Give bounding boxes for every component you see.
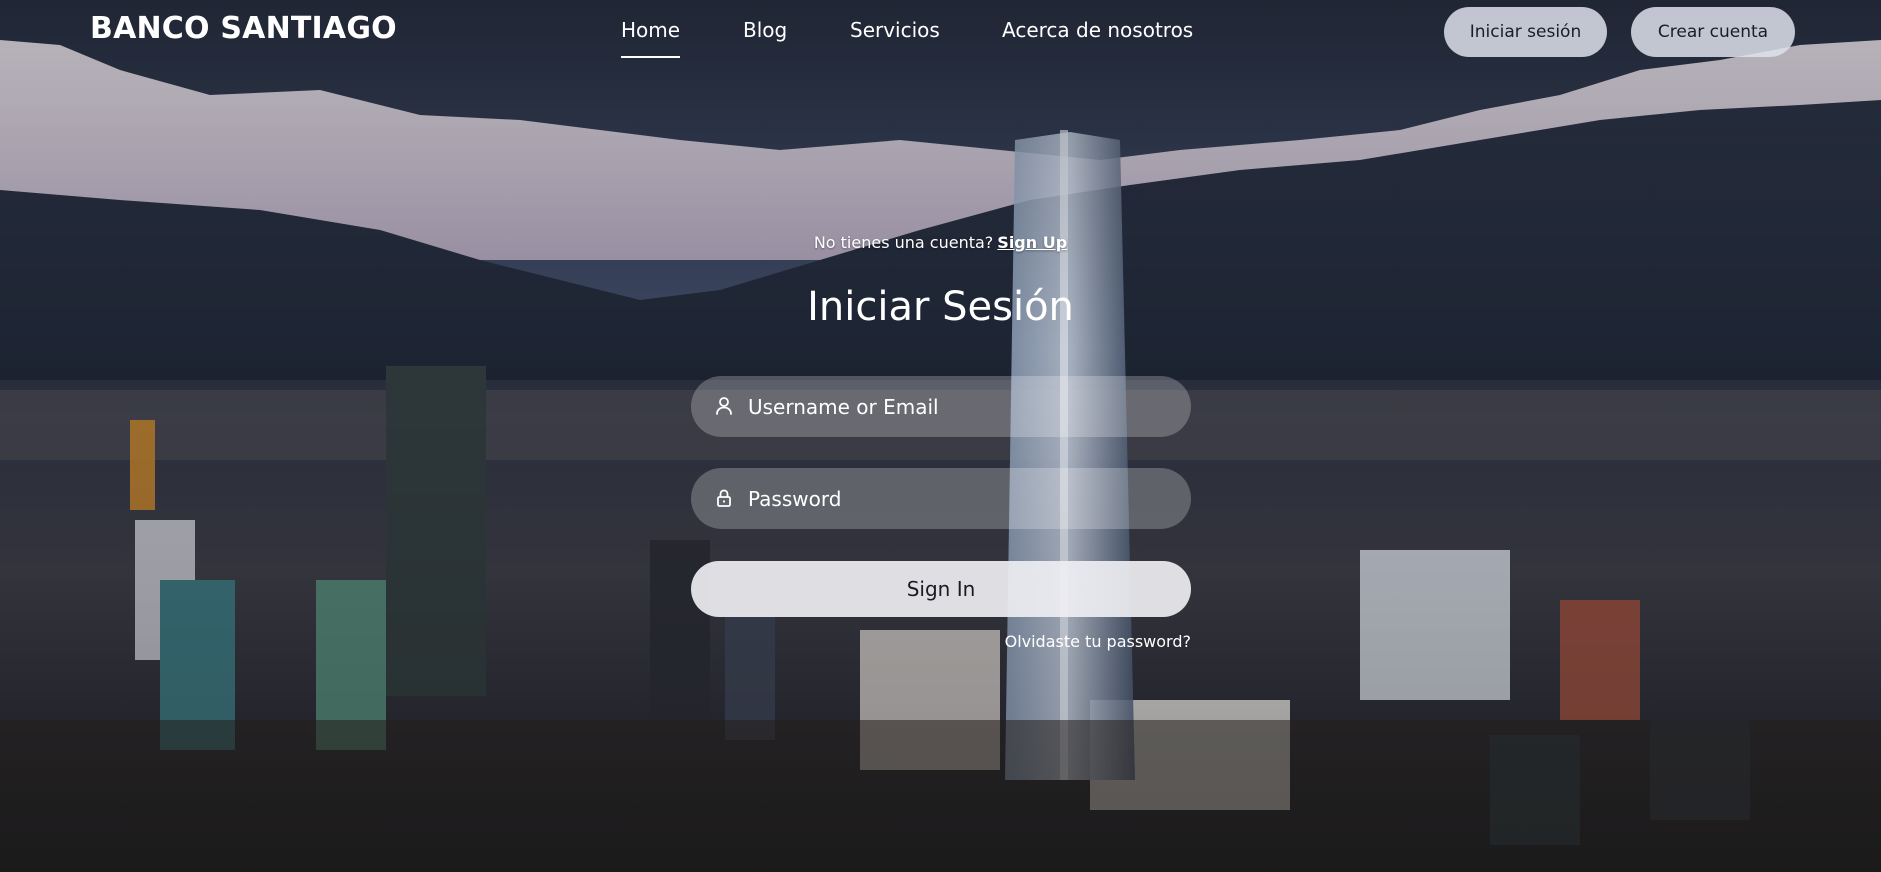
username-field[interactable] — [691, 376, 1191, 437]
sign-in-button[interactable]: Sign In — [691, 561, 1191, 617]
forgot-password-link[interactable]: Olvidaste tu password? — [0, 632, 1191, 651]
login-title: Iniciar Sesión — [807, 284, 1074, 330]
login-nav-button[interactable]: Iniciar sesión — [1444, 7, 1607, 57]
navbar: BANCO SANTIAGO Home Blog Servicios Acerc… — [0, 0, 1881, 64]
login-form: No tienes una cuenta? Sign Up Iniciar Ses… — [0, 0, 1881, 872]
username-input[interactable] — [746, 376, 1171, 437]
password-input[interactable] — [746, 468, 1171, 529]
signup-link[interactable]: Sign Up — [997, 233, 1067, 252]
nav-link-blog[interactable]: Blog — [743, 18, 787, 42]
nav-link-home[interactable]: Home — [621, 18, 681, 58]
password-field[interactable] — [691, 468, 1191, 529]
signup-prompt-text: No tienes una cuenta? — [813, 233, 994, 252]
signup-prompt: No tienes una cuenta? Sign Up — [0, 233, 1881, 252]
lock-icon — [717, 489, 731, 507]
register-nav-button[interactable]: Crear cuenta — [1631, 7, 1795, 57]
nav-link-servicios[interactable]: Servicios — [850, 18, 940, 42]
nav-link-acerca[interactable]: Acerca de nosotros — [1002, 18, 1193, 42]
brand-logo[interactable]: BANCO SANTIAGO — [90, 11, 397, 46]
user-icon — [716, 397, 732, 415]
